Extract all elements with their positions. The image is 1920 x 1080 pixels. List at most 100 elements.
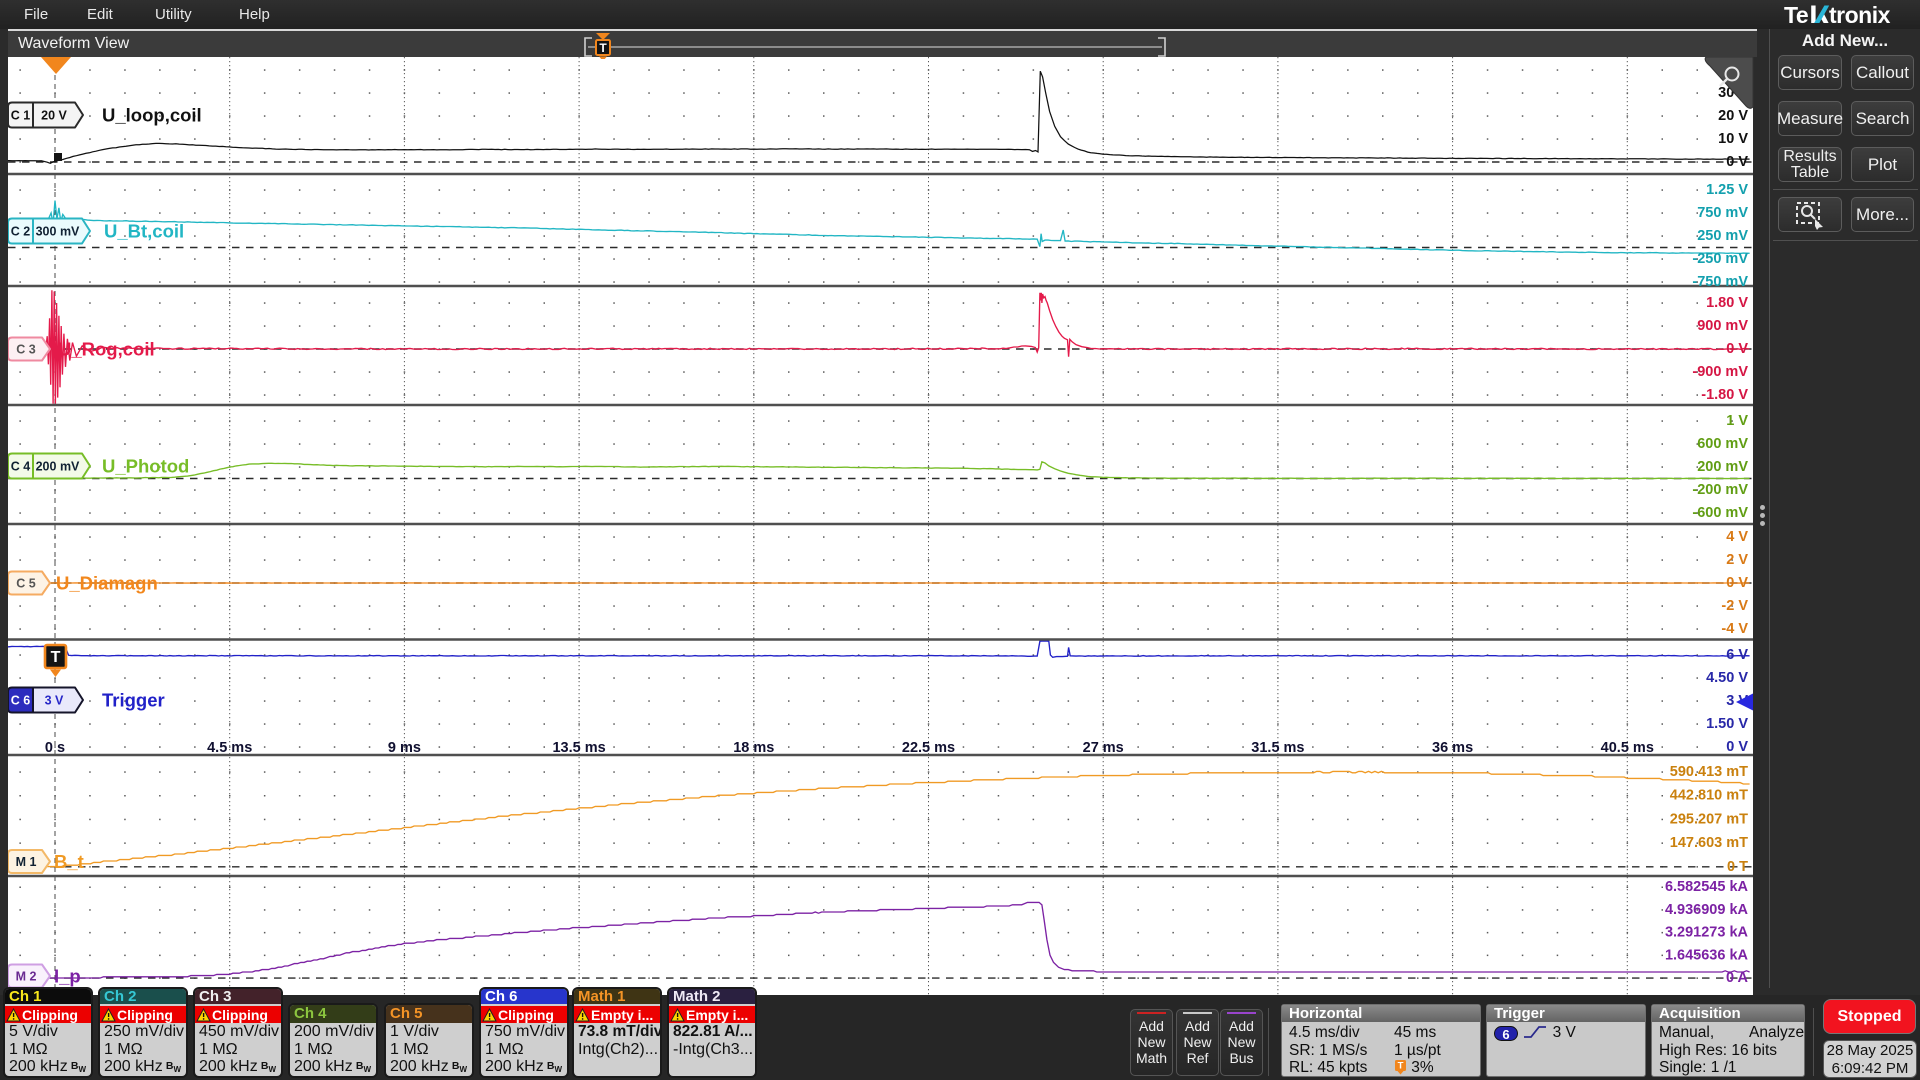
channel-badge-c5[interactable]: C 5	[8, 572, 50, 595]
panel-drag-handle[interactable]	[1758, 502, 1766, 526]
scale-label-c4: 200 mV	[1697, 459, 1748, 475]
channel-label-c2[interactable]: U_Bt,coil	[104, 221, 184, 242]
card-alert-math2: Empty i...	[669, 1006, 755, 1023]
channel-label-c6[interactable]: Trigger	[102, 690, 165, 711]
card-body-math1: 73.8 mT/divIntg(Ch2)...	[574, 1023, 660, 1058]
sidebar-button-cursors[interactable]: Cursors	[1778, 55, 1842, 90]
time-label: 36 ms	[1432, 740, 1473, 756]
scale-label-c6: 6 V	[1726, 647, 1748, 663]
card-row: 1 MΩ	[294, 1041, 376, 1059]
trigger-panel[interactable]: Trigger 6 3 V	[1486, 1004, 1646, 1077]
trigger-position-marker[interactable]	[41, 57, 71, 74]
divider	[1773, 189, 1918, 190]
datetime-display: 28 May 2025 6:09:42 PM	[1823, 1040, 1917, 1078]
acquisition-row: Single: 1 /1	[1659, 1059, 1804, 1077]
card-title-ch2: Ch 2	[100, 989, 186, 1004]
waveform-view-header[interactable]: Waveform View T	[8, 29, 1757, 57]
stopped-button[interactable]: Stopped	[1823, 999, 1916, 1034]
trace-c4	[3, 462, 1750, 479]
scale-label-m2: 1.645636 kA	[1665, 947, 1749, 963]
channel-badge-c1[interactable]: C 120 V	[8, 103, 83, 128]
card-title-ch6: Ch 6	[481, 989, 567, 1004]
card-alert-ch1: Clipping	[5, 1006, 91, 1023]
card-body-ch4: 200 mV/div1 MΩ200 kHzBW	[290, 1023, 376, 1076]
sidebar-button-measure[interactable]: Measure	[1778, 101, 1842, 136]
sidebar-button-results-table[interactable]: ResultsTable	[1778, 147, 1842, 182]
card-title-ch5: Ch 5	[386, 1005, 472, 1023]
menu-help[interactable]: Help	[237, 0, 272, 29]
sidebar-button-callout[interactable]: Callout	[1851, 55, 1914, 90]
scale-label-m2: 6.582545 kA	[1665, 879, 1749, 895]
acquisition-panel[interactable]: Acquisition Manual,AnalyzeHigh Res: 16 b…	[1651, 1004, 1805, 1077]
trace-c3	[3, 290, 1750, 404]
svg-text:tronix: tronix	[1829, 2, 1891, 27]
channel-label-c4[interactable]: U_Photod	[102, 456, 189, 477]
rising-edge-icon	[1522, 1024, 1548, 1040]
menu-edit[interactable]: Edit	[85, 0, 115, 29]
horizontal-panel[interactable]: Horizontal 4.5 ms/div45 msSR: 1 MS/s1 µs…	[1281, 1004, 1481, 1077]
channel-badge-c3[interactable]: C 3	[8, 338, 50, 361]
channel-label-m1[interactable]: B_t	[54, 851, 84, 872]
channel-card-ch2[interactable]: Ch 2Clipping250 mV/div1 MΩ200 kHzBW	[98, 987, 188, 1078]
scale-label-c6: 0 V	[1726, 739, 1748, 755]
trigger-flag[interactable]: T	[45, 645, 66, 677]
card-row: 1 MΩ	[485, 1041, 567, 1059]
menu-file[interactable]: File	[22, 0, 50, 29]
channel-label-c5[interactable]: U_Diamagn	[56, 573, 158, 594]
acquisition-row: High Res: 16 bits	[1659, 1042, 1804, 1060]
card-row: 1 MΩ	[104, 1041, 186, 1059]
sidebar-button-search[interactable]: Search	[1851, 101, 1914, 136]
minimap-trigger-marker[interactable]: T	[596, 33, 610, 59]
channel-card-ch4[interactable]: Ch 4200 mV/div1 MΩ200 kHzBW	[288, 1003, 378, 1078]
channel-badge-m2[interactable]: M 2	[8, 965, 50, 988]
channel-card-math2[interactable]: Math 2Empty i...822.81 A/...-Intg(Ch3...	[667, 987, 757, 1078]
channel-card-math1[interactable]: Math 1Empty i...73.8 mT/divIntg(Ch2)...	[572, 987, 662, 1078]
time-label: 27 ms	[1083, 740, 1124, 756]
add-new-math-button[interactable]: AddNewMath	[1130, 1009, 1173, 1076]
card-row: 1 MΩ	[9, 1041, 91, 1059]
card-body-ch6: 750 mV/div1 MΩ200 kHzBW	[481, 1023, 567, 1076]
add-new-ref-button[interactable]: AddNewRef	[1176, 1009, 1219, 1076]
scale-label-m1: 0 T	[1727, 859, 1748, 875]
scale-label-c3: -1.80 V	[1701, 387, 1748, 403]
sidebar-button-zoom-mode[interactable]	[1778, 197, 1842, 232]
channel-card-ch5[interactable]: Ch 51 V/div1 MΩ200 kHzBW	[384, 1003, 474, 1078]
card-row: 200 kHzBW	[294, 1058, 376, 1076]
svg-text:M 2: M 2	[16, 970, 37, 984]
sidebar-button-more[interactable]: More...	[1851, 197, 1914, 232]
acquisition-panel-title: Acquisition	[1652, 1005, 1804, 1022]
bandwidth-badge: BW	[356, 1058, 371, 1078]
channel-card-ch3[interactable]: Ch 3Clipping450 mV/div1 MΩ200 kHzBW	[193, 987, 283, 1078]
channel-label-c3[interactable]: U_Rog,coil	[58, 339, 155, 360]
horizontal-row: RL: 45 kptsT 3%	[1289, 1059, 1480, 1077]
card-row: 200 kHzBW	[199, 1058, 281, 1076]
channel-badge-c2[interactable]: C 2300 mV	[8, 219, 90, 244]
horizontal-minimap[interactable]: T	[8, 31, 1757, 59]
channel-card-ch6[interactable]: Ch 6Clipping750 mV/div1 MΩ200 kHzBW	[479, 987, 569, 1078]
scale-label-m1: 442.810 mT	[1670, 788, 1748, 804]
channel-label-c1[interactable]: U_loop,coil	[102, 105, 202, 126]
bandwidth-badge: BW	[547, 1058, 562, 1078]
channel-card-ch1[interactable]: Ch 1Clipping5 V/div1 MΩ200 kHzBW	[3, 987, 93, 1078]
channel-badge-c6[interactable]: C 63 V	[8, 688, 83, 713]
scale-label-m1: 147.603 mT	[1670, 835, 1748, 851]
channel-label-m2[interactable]: I_p	[54, 966, 81, 987]
menu-bar: Te tronix File Edit Utility Help	[0, 0, 1920, 29]
time-label: 13.5 ms	[552, 740, 605, 756]
channel-badge-c4[interactable]: C 4200 mV	[8, 454, 90, 479]
scale-label-c3: 0 V	[1726, 341, 1748, 357]
sidebar-button-plot[interactable]: Plot	[1851, 147, 1914, 182]
menu-utility[interactable]: Utility	[153, 0, 194, 29]
add-new-bus-button[interactable]: AddNewBus	[1220, 1009, 1263, 1076]
card-row: Intg(Ch2)...	[578, 1041, 660, 1059]
channel-badge-m1[interactable]: M 1	[8, 850, 50, 873]
time-label: 9 ms	[388, 740, 421, 756]
svg-text:3 V: 3 V	[45, 694, 64, 708]
time-label: 18 ms	[733, 740, 774, 756]
horizontal-row: 4.5 ms/div45 ms	[1289, 1024, 1480, 1042]
divider	[1773, 240, 1918, 241]
status-bar: Horizontal 4.5 ms/div45 msSR: 1 MS/s1 µs…	[0, 995, 1920, 1080]
svg-text:Te: Te	[1784, 2, 1808, 27]
card-row: 450 mV/div	[199, 1023, 281, 1041]
warning-icon	[6, 1008, 21, 1022]
